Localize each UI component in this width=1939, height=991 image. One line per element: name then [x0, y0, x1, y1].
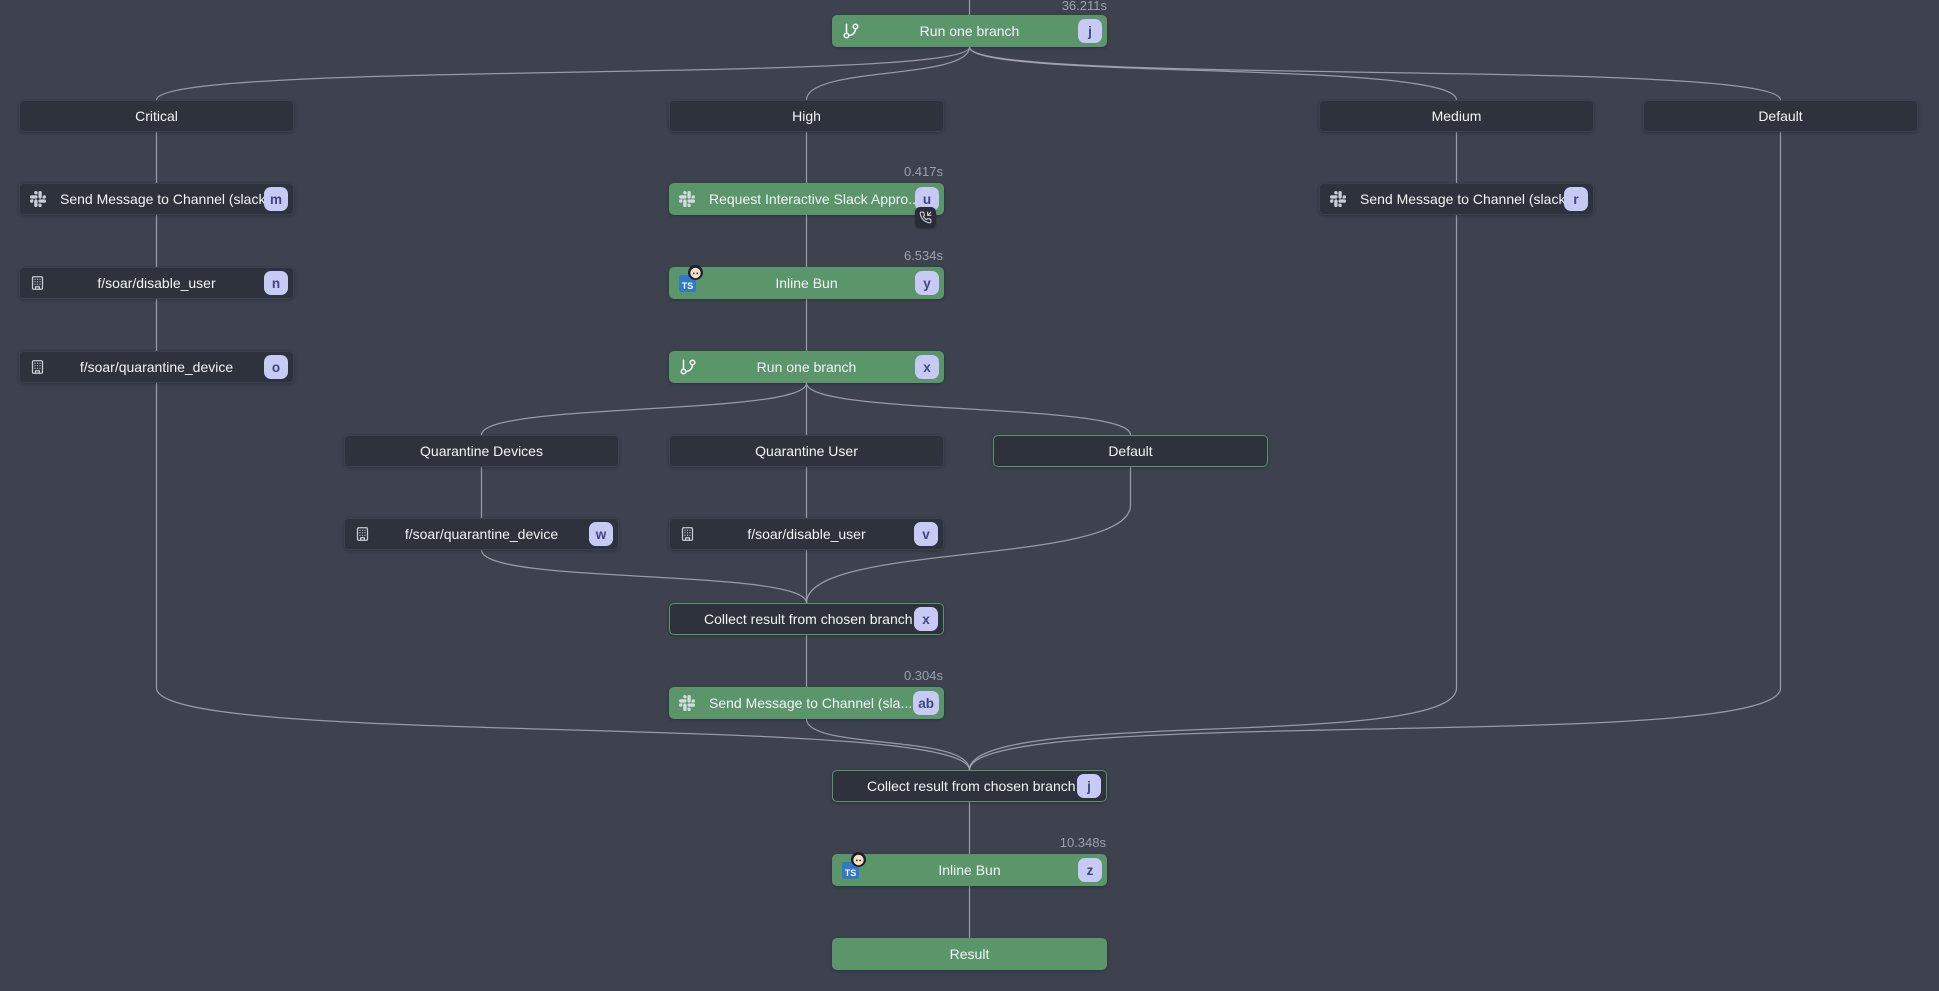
git-branch-icon — [679, 358, 697, 376]
building-icon — [30, 276, 45, 291]
node-id-badge: n — [264, 271, 288, 295]
node-label: Send Message to Channel (sla... — [669, 687, 944, 719]
node-id-badge: ab — [913, 691, 939, 715]
node-critical-send-message-slack[interactable]: Send Message to Channel (slack) m — [19, 183, 294, 215]
node-label: Result — [832, 938, 1107, 970]
node-id-badge: x — [914, 607, 938, 631]
node-id-badge: j — [1078, 19, 1102, 43]
node-inline-bun-y[interactable]: TS Inline Bun y — [669, 267, 944, 299]
slack-icon — [30, 191, 46, 207]
node-label: Send Message to Channel (slack) — [1320, 183, 1593, 215]
node-label: Run one branch — [832, 15, 1107, 47]
node-label: Send Message to Channel (slack) — [20, 183, 293, 215]
node-label: f/soar/disable_user — [20, 267, 293, 299]
branch-label: Default — [994, 435, 1267, 467]
branch-header-medium[interactable]: Medium — [1319, 100, 1594, 132]
node-id-badge: j — [1077, 774, 1101, 798]
branch-label: Quarantine User — [670, 435, 943, 467]
branch-header-default[interactable]: Default — [1643, 100, 1918, 132]
node-label: f/soar/disable_user — [670, 518, 943, 550]
node-run-one-branch-outer[interactable]: Run one branch j — [832, 15, 1107, 47]
bun-logo-icon — [851, 852, 866, 867]
node-id-badge: x — [915, 355, 939, 379]
branch-label: Critical — [20, 100, 293, 132]
building-icon — [680, 527, 695, 542]
node-id-badge: m — [264, 187, 288, 211]
typescript-bun-icon: TS — [842, 862, 859, 879]
node-inline-bun-z[interactable]: TS Inline Bun z — [832, 854, 1107, 886]
branch-label: Default — [1644, 100, 1917, 132]
node-label: Run one branch — [669, 351, 944, 383]
branch-label: Medium — [1320, 100, 1593, 132]
node-label: f/soar/quarantine_device — [20, 351, 293, 383]
slack-icon — [679, 695, 695, 711]
node-id-badge: y — [915, 271, 939, 295]
bun-logo-icon — [688, 265, 703, 280]
node-sub-disable-user[interactable]: f/soar/disable_user v — [669, 518, 944, 550]
git-branch-icon — [842, 22, 860, 40]
building-icon — [30, 360, 45, 375]
node-critical-quarantine-device[interactable]: f/soar/quarantine_device o — [19, 351, 294, 383]
branch-header-critical[interactable]: Critical — [19, 100, 294, 132]
slack-icon — [679, 191, 695, 207]
node-id-badge: w — [589, 522, 613, 546]
building-icon — [355, 527, 370, 542]
flow-graph-canvas: 36.211s 0.417s 6.534s 0.304s 10.348s Run… — [0, 0, 1939, 991]
node-medium-send-message-slack[interactable]: Send Message to Channel (slack) r — [1319, 183, 1594, 215]
node-id-badge: v — [914, 522, 938, 546]
node-label: Request Interactive Slack Appro... — [669, 183, 944, 215]
flow-edges — [0, 0, 1939, 991]
node-send-message-ab[interactable]: Send Message to Channel (sla... ab — [669, 687, 944, 719]
branch-header-sub-default-selected[interactable]: Default — [993, 435, 1268, 467]
node-label: Collect result from chosen branch — [833, 770, 1106, 802]
node-sub-quarantine-device[interactable]: f/soar/quarantine_device w — [344, 518, 619, 550]
typescript-bun-icon: TS — [679, 275, 696, 292]
node-id-badge: r — [1564, 187, 1588, 211]
node-result[interactable]: Result — [832, 938, 1107, 970]
node-id-badge: o — [264, 355, 288, 379]
node-label: Inline Bun — [832, 854, 1107, 886]
node-request-interactive-slack-approval[interactable]: Request Interactive Slack Appro... u — [669, 183, 944, 215]
slack-icon — [1330, 191, 1346, 207]
node-collect-result-outer[interactable]: Collect result from chosen branch j — [832, 770, 1107, 802]
branch-header-quarantine-user[interactable]: Quarantine User — [669, 435, 944, 467]
node-collect-result-inner[interactable]: Collect result from chosen branch x — [669, 603, 944, 635]
branch-label: High — [670, 100, 943, 132]
node-id-badge: z — [1078, 858, 1102, 882]
branch-header-quarantine-devices[interactable]: Quarantine Devices — [344, 435, 619, 467]
node-critical-disable-user[interactable]: f/soar/disable_user n — [19, 267, 294, 299]
branch-header-high[interactable]: High — [669, 100, 944, 132]
node-label: f/soar/quarantine_device — [345, 518, 618, 550]
node-run-one-branch-inner[interactable]: Run one branch x — [669, 351, 944, 383]
phone-incoming-icon — [915, 207, 936, 228]
node-label: Collect result from chosen branch — [670, 603, 943, 635]
node-label: Inline Bun — [669, 267, 944, 299]
branch-label: Quarantine Devices — [345, 435, 618, 467]
